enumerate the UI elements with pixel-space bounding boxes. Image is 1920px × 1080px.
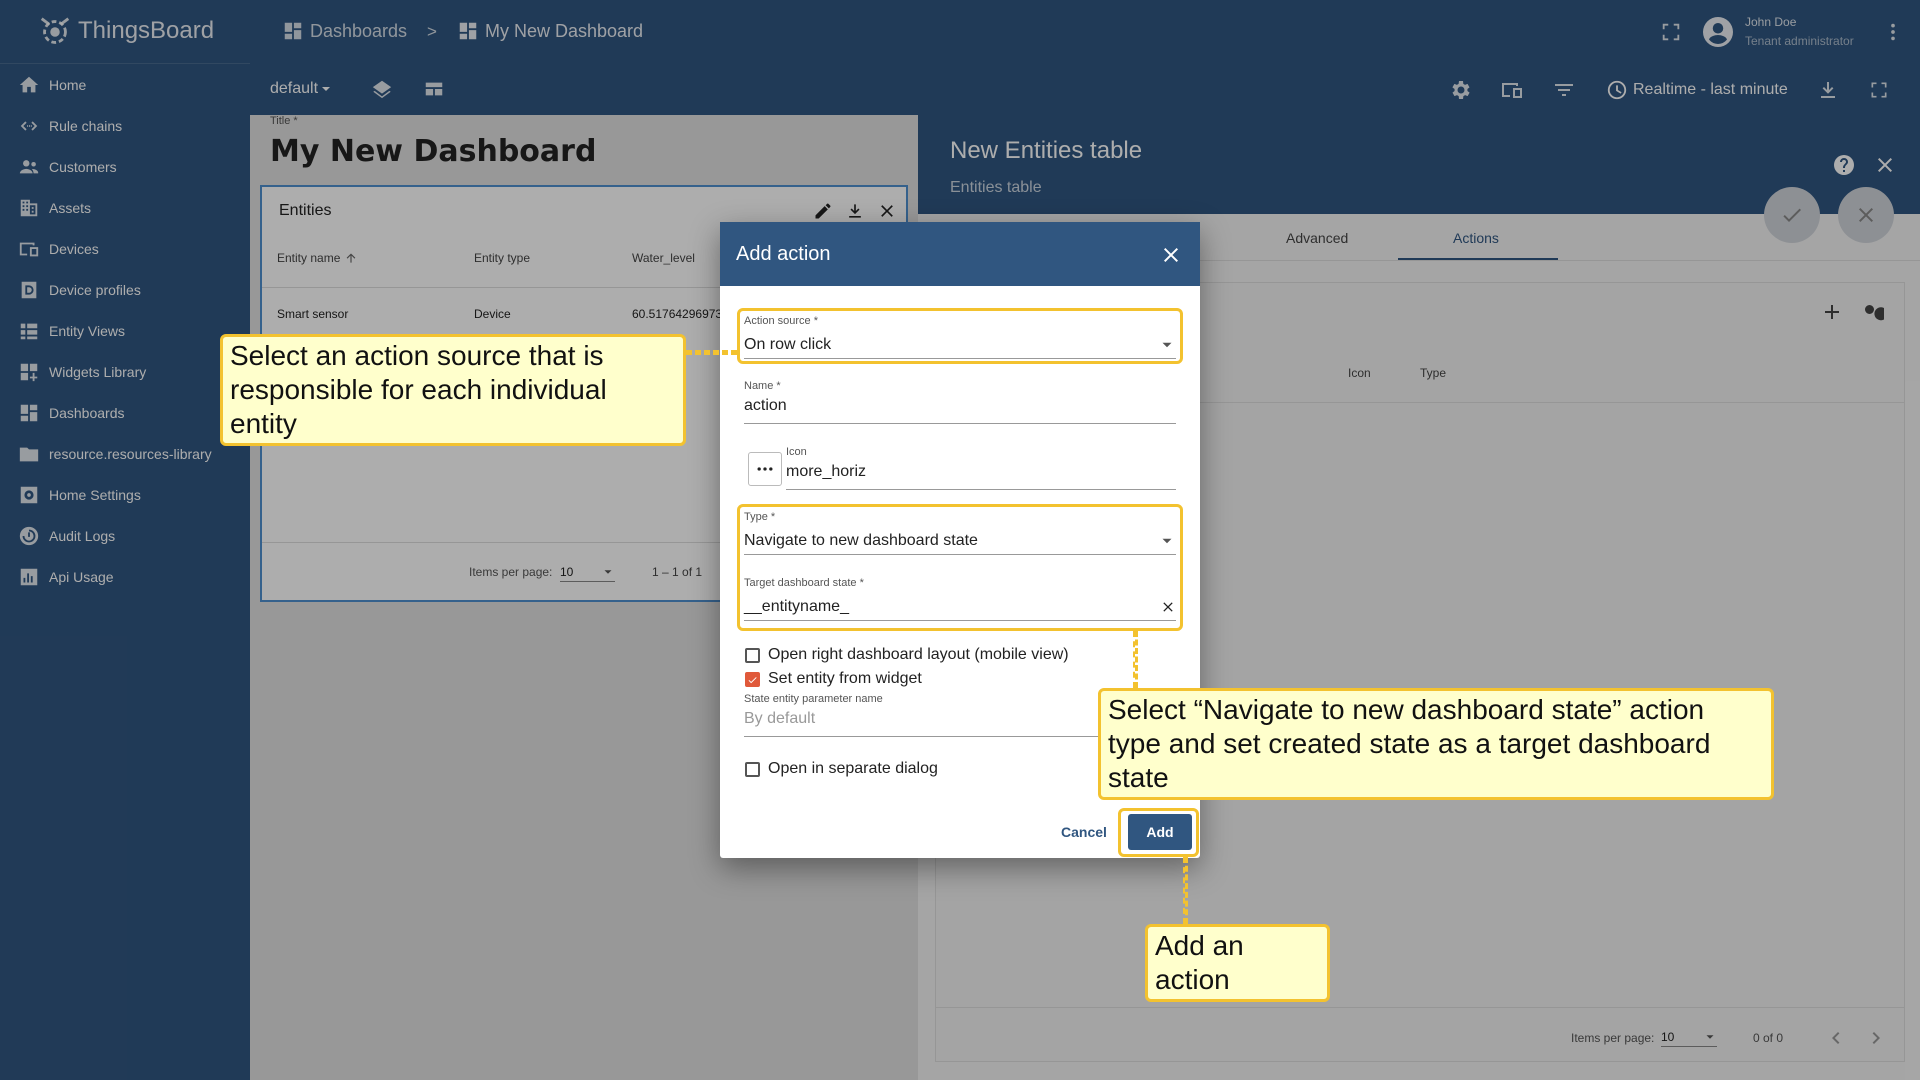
state-param-label: State entity parameter name (744, 693, 883, 705)
name-value: action (744, 397, 787, 414)
cancel-button[interactable]: Cancel (1061, 824, 1107, 840)
separate-dialog-label[interactable]: Open in separate dialog (768, 760, 938, 778)
close-icon[interactable] (1159, 243, 1183, 267)
icon-value: more_horiz (786, 463, 867, 480)
callout-text: Select “Navigate to new dashboard state”… (1108, 694, 1711, 793)
open-right-layout-label[interactable]: Open right dashboard layout (mobile view… (768, 646, 1069, 664)
connector-action-source (686, 350, 737, 355)
check-icon (748, 676, 757, 683)
dialog-title: Add action (736, 243, 831, 265)
state-param-placeholder: By default (744, 710, 816, 727)
highlight-add-button (1118, 808, 1199, 857)
callout-action-source: Select an action source that is responsi… (220, 334, 686, 446)
name-input[interactable]: action (744, 397, 1176, 424)
connector-add (1183, 857, 1188, 924)
highlight-action-source (737, 308, 1183, 364)
callout-add: Add an action (1145, 924, 1330, 1002)
set-entity-checkbox[interactable] (745, 672, 760, 687)
icon-label: Icon (786, 446, 807, 458)
callout-type: Select “Navigate to new dashboard state”… (1098, 688, 1774, 800)
more-horiz-icon (757, 467, 773, 471)
name-label: Name * (744, 380, 781, 392)
highlight-type-target (737, 504, 1183, 631)
icon-picker-button[interactable] (748, 452, 782, 486)
icon-input[interactable]: more_horiz (786, 463, 1176, 490)
connector-type (1133, 631, 1138, 688)
separate-dialog-checkbox[interactable] (745, 762, 760, 777)
callout-text: Add an action (1155, 930, 1244, 995)
callout-text: Select an action source that is responsi… (230, 340, 607, 439)
open-right-layout-checkbox[interactable] (745, 648, 760, 663)
set-entity-label[interactable]: Set entity from widget (768, 670, 922, 688)
